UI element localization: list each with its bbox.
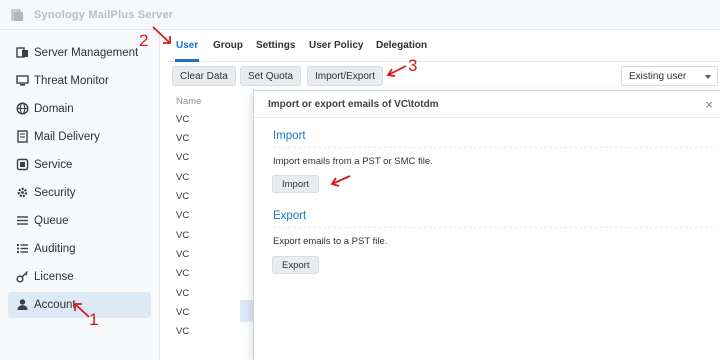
table-row[interactable]: VC [168,226,258,245]
sidebar-item-label: Domain [34,103,74,115]
dialog-title: Import or export emails of VC\totdm [268,99,439,110]
tab-settings[interactable]: Settings [256,40,295,51]
annotation-step-2: 2 [139,31,149,50]
table-row[interactable]: VC [168,129,258,148]
sidebar-item-label: License [34,271,74,283]
import-export-dialog: Import or export emails of VC\totdm × Im… [253,90,720,360]
row-name: VC [176,152,190,163]
row-name: VC [176,249,190,260]
table-row[interactable]: VC [168,206,258,225]
table-row[interactable]: VC [168,264,258,283]
user-filter-value: Existing user [629,71,687,82]
list-icon [17,216,28,225]
server-icon [16,47,28,58]
row-name: VC [176,326,190,337]
table-row[interactable]: VC [168,187,258,206]
import-description: Import emails from a PST or SMC file. [273,156,433,167]
sidebar-item-label: Threat Monitor [34,75,109,87]
annotation-step-1: 1 [89,310,99,329]
divider [254,117,720,118]
table-row[interactable]: VC [168,322,258,341]
row-name: VC [176,191,190,202]
annotation-arrow-3-icon [386,65,407,77]
divider [273,147,713,148]
mail-delivery-icon [17,130,28,143]
table-row[interactable]: VC [168,168,258,187]
sidebar-item-license[interactable]: License [8,264,151,290]
annotation-arrow-2-icon [152,26,171,44]
sidebar-item-label: Security [34,187,76,199]
tab-user[interactable]: User [176,40,198,51]
tab-user-policy[interactable]: User Policy [309,40,363,51]
selected-row-highlight [240,300,254,322]
table-row[interactable]: VC [168,148,258,167]
sidebar-item-label: Mail Delivery [34,131,100,143]
export-button[interactable]: Export [272,256,320,274]
app-title: Synology MailPlus Server [34,9,174,21]
row-name: VC [176,307,190,318]
export-description: Export emails to a PST file. [273,236,388,247]
sidebar-item-domain[interactable]: Domain [8,96,151,122]
title-bar: Synology MailPlus Server [0,0,720,30]
row-name: VC [176,114,190,125]
row-name: VC [176,210,190,221]
service-icon [16,158,29,171]
sidebar-item-auditing[interactable]: Auditing [8,236,151,262]
divider [273,227,713,228]
mailplus-logo-icon [11,9,23,21]
sidebar-item-label: Service [34,159,73,171]
annotation-arrow-import-icon [330,175,351,187]
sidebar-item-label: Auditing [34,243,76,255]
sidebar-item-label: Account [34,299,76,311]
sidebar-item-service[interactable]: Service [8,152,151,178]
globe-icon [16,102,29,115]
set-quota-button[interactable]: Set Quota [240,66,302,86]
column-header-name[interactable]: Name [176,96,201,107]
row-name: VC [176,172,190,183]
gear-icon [17,187,28,198]
sidebar-item-mail-delivery[interactable]: Mail Delivery [8,124,151,150]
sidebar-item-threat-monitor[interactable]: Threat Monitor [8,68,151,94]
sidebar-item-queue[interactable]: Queue [8,208,151,234]
tab-bar: User Group Settings User Policy Delegati… [168,30,720,62]
annotation-step-3: 3 [408,56,418,75]
sidebar-item-label: Queue [34,215,69,227]
row-name: VC [176,133,190,144]
row-name: VC [176,230,190,241]
import-section-title: Import [273,130,306,142]
user-icon [17,299,28,310]
table-row[interactable]: VC [168,245,258,264]
row-name: VC [176,268,190,279]
sidebar-item-label: Server Management [34,47,139,59]
sidebar-item-server-management[interactable]: Server Management [8,40,151,66]
key-icon [16,270,29,283]
row-name: VC [176,288,190,299]
clear-data-button[interactable]: Clear Data [172,66,236,86]
import-button[interactable]: Import [272,175,319,193]
table-row[interactable]: VC [168,110,258,129]
close-icon[interactable]: × [705,97,713,112]
export-section-title: Export [273,210,307,222]
chevron-down-icon [705,75,711,79]
import-export-button[interactable]: Import/Export [307,66,384,86]
list-icon [17,244,28,253]
user-filter-select[interactable]: Existing user [621,66,718,86]
tab-group[interactable]: Group [213,40,243,51]
monitor-icon [16,75,29,86]
sidebar-item-security[interactable]: Security [8,180,151,206]
tab-delegation[interactable]: Delegation [376,40,427,51]
active-tab-indicator [175,59,199,62]
